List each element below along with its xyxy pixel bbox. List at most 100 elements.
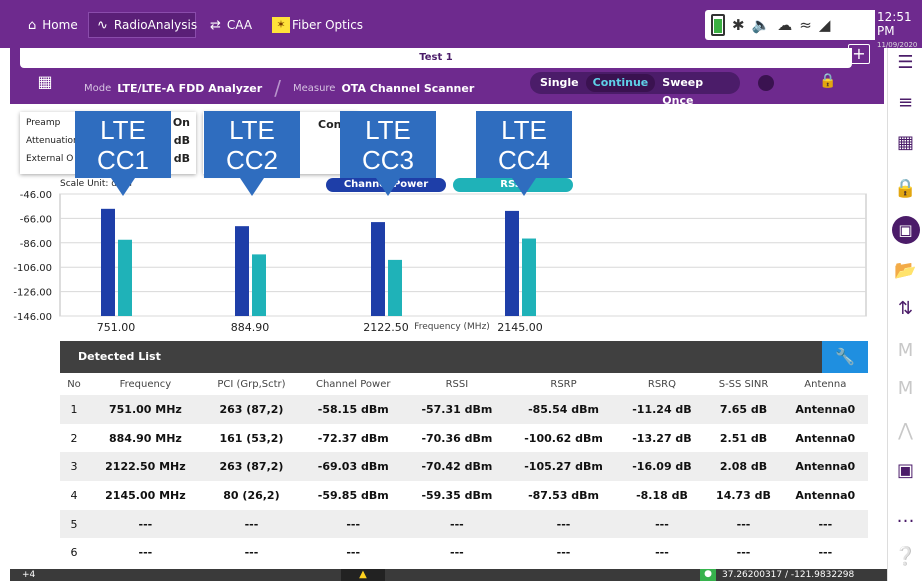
table-cell: Antenna0 — [782, 452, 868, 482]
table-cell: --- — [450, 546, 464, 560]
more-icon[interactable]: … — [888, 506, 922, 527]
signal-icon: ◢ — [818, 16, 831, 34]
table-cell: 5 — [60, 509, 88, 539]
gps-pin-icon: ● — [700, 569, 716, 581]
table-cell: -59.85 dBm — [317, 488, 389, 502]
callout-lte-cc1-line1: LTE — [100, 115, 146, 145]
tab-home[interactable]: ⌂ Home — [20, 12, 86, 38]
right-toolbar: ☰ ≡ ▦ 🔒 ▣ 📂 ⇅ M M ⋀ ▣ … ❔ — [887, 48, 922, 581]
config-label: Con — [318, 118, 342, 131]
callout-lte-cc2: LTE CC2 — [204, 111, 300, 196]
callout-lte-cc4-line2: CC4 — [497, 145, 550, 175]
cloud-icon: ☁ — [777, 16, 793, 34]
detected-list-table: No Frequency PCI (Grp,Sctr) Channel Powe… — [60, 373, 868, 567]
bar-rssi — [118, 239, 132, 316]
tab-fiber-optics-label: Fiber Optics — [292, 18, 364, 32]
status-icons: ✱ 🔈 ☁ ≈ ◢ — [705, 10, 875, 40]
split-icon[interactable]: ⇅ — [888, 298, 922, 319]
measure-label: Measure — [292, 82, 336, 94]
table-row[interactable]: 5 --- --- --- --- --- --- --- --- — [60, 509, 868, 539]
y-tick-label: -46.00 — [20, 190, 52, 201]
x-tick-label: 2145.00 — [497, 321, 543, 334]
spectrum-bar-chart: -46.00 -66.00 -86.00 -106.00 -126.00 -146.00 7… — [13, 190, 867, 334]
tab-caa[interactable]: ⇄ CAA — [202, 12, 260, 38]
save-icon[interactable]: ▣ — [888, 216, 922, 244]
tab-caa-label: CAA — [226, 18, 253, 32]
sweep-once-button[interactable]: Sweep Once — [655, 74, 737, 107]
tab-fiber-optics[interactable]: ✶ Fiber Optics — [264, 12, 371, 38]
table-cell: -105.27 dBm — [507, 452, 620, 482]
test-title: Test 1 — [20, 48, 852, 68]
table-cell: 2 — [70, 431, 78, 445]
clock: 12:51 PM 11/09/2020 — [877, 10, 922, 52]
table-cell: 6 — [70, 546, 78, 560]
sweep-continue-button[interactable]: Continue — [585, 74, 656, 92]
measure-value[interactable]: OTA Channel Scanner — [341, 82, 474, 95]
lock-icon[interactable]: 🔒 — [888, 178, 922, 199]
table-cell: --- — [300, 509, 407, 539]
table-cell: 2.51 dB — [719, 431, 768, 445]
table-cell: --- — [655, 546, 669, 560]
table-cell: -100.62 dBm — [524, 431, 603, 445]
table-cell: 263 (87,2) — [202, 452, 301, 482]
table-row[interactable]: 3 2122.50 MHz 263 (87,2) -69.03 dBm -70.42 d… — [60, 452, 868, 482]
record-button[interactable] — [758, 75, 774, 91]
preamp-label: Preamp — [26, 118, 61, 128]
screenshot-icon[interactable]: ▣ — [888, 460, 922, 481]
clock-time: 12:51 PM — [877, 10, 912, 38]
table-row[interactable]: 2 884.90 MHz 161 (53,2) -72.37 dBm -70.36 dB… — [60, 424, 868, 453]
menu-icon[interactable]: ☰ — [888, 52, 922, 73]
table-cell: --- — [346, 546, 361, 560]
table-cell: --- — [736, 546, 751, 560]
notification-count[interactable]: +4 — [22, 569, 35, 581]
tab-home-label: Home — [42, 18, 78, 32]
external-label: External O — [26, 154, 74, 164]
sweep-single-button[interactable]: Single — [533, 74, 586, 92]
callout-lte-cc3: LTE CC3 — [340, 111, 436, 196]
column-header: RSRQ — [647, 378, 677, 390]
wrench-icon[interactable]: 🔧 — [822, 341, 868, 373]
attenuation-label: Attenuation — [26, 136, 79, 146]
table-header-row: No Frequency PCI (Grp,Sctr) Channel Powe… — [60, 373, 868, 395]
tab-radio-analysis[interactable]: ∿ RadioAnalysis — [88, 12, 197, 38]
column-header: RSRP — [550, 378, 577, 390]
folder-open-icon[interactable]: 📂 — [888, 260, 922, 281]
y-tick-label: -106.00 — [13, 263, 52, 274]
home-icon: ⌂ — [28, 17, 37, 33]
table-cell: -69.03 dBm — [300, 452, 407, 482]
marker-list-icon: M — [897, 378, 914, 399]
table-cell: -11.24 dB — [619, 395, 705, 424]
table-cell: Antenna0 — [795, 488, 856, 502]
table-cell: 7.65 dB — [704, 395, 783, 424]
column-header: PCI (Grp,Sctr) — [217, 378, 286, 390]
table-cell: 751.00 MHz — [88, 395, 203, 424]
grid-layout-icon[interactable]: ▦ — [888, 132, 922, 153]
table-cell: --- — [88, 509, 203, 539]
table-row[interactable]: 1 751.00 MHz 263 (87,2) -58.15 dBm -57.31 dB… — [60, 395, 868, 424]
column-header: RSSI — [445, 378, 469, 390]
bar-channel-power — [101, 208, 115, 316]
table-cell: 161 (53,2) — [219, 431, 284, 445]
help-icon[interactable]: ❔ — [888, 546, 922, 567]
speaker-icon[interactable]: 🔈 — [752, 16, 771, 34]
table-row[interactable]: 4 2145.00 MHz 80 (26,2) -59.85 dBm -59.35 dB… — [60, 481, 868, 510]
padlock-icon[interactable]: 🔒 — [819, 73, 836, 89]
mode-line: Mode LTE/LTE-A FDD Analyzer / Measure OT… — [84, 76, 474, 100]
battery-icon — [711, 14, 725, 36]
settings-sliders-icon[interactable]: ≡ — [888, 92, 922, 113]
app-grid-icon[interactable]: ▦ — [30, 72, 60, 94]
y-tick-label: -126.00 — [13, 288, 52, 299]
column-header: Antenna — [804, 378, 847, 390]
mode-value[interactable]: LTE/LTE-A FDD Analyzer — [117, 82, 262, 95]
table-row[interactable]: 6 --- --- --- --- --- --- --- --- — [60, 538, 868, 567]
bar-channel-power — [235, 226, 249, 316]
top-bar: ⌂ Home ∿ RadioAnalysis ⇄ CAA ✶ Fiber Opt… — [0, 0, 922, 49]
table-cell: -59.35 dBm — [421, 488, 493, 502]
add-test-button[interactable]: + — [848, 44, 870, 64]
table-cell: --- — [782, 509, 868, 539]
sweep-mode-selector: Single Continue Sweep Once — [530, 72, 740, 107]
callout-lte-cc2-line2: CC2 — [225, 145, 278, 175]
table-cell: --- — [818, 546, 833, 560]
plot-area — [59, 193, 867, 317]
warning-icon[interactable]: ▲ — [341, 569, 385, 581]
